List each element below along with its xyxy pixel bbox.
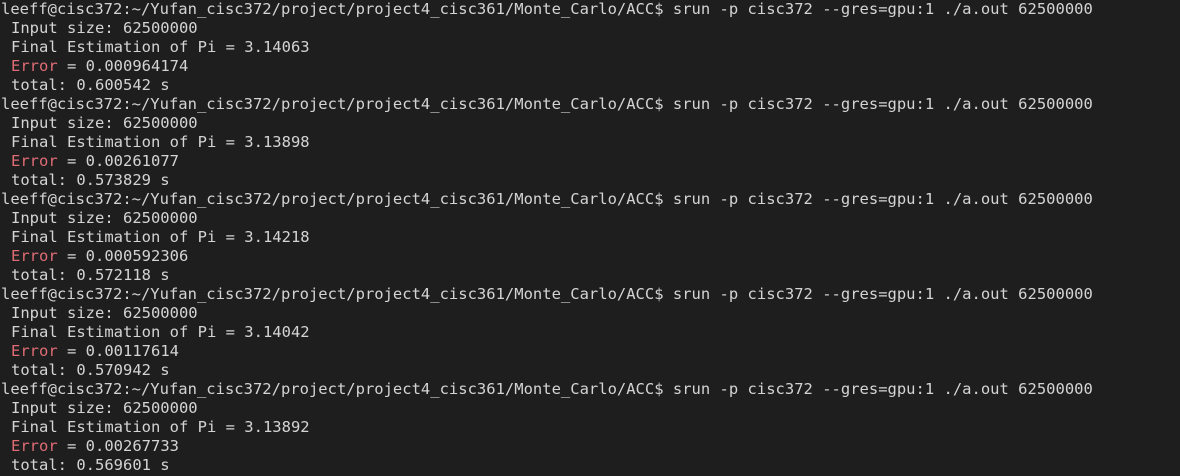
error-value: = 0.00261077 — [57, 152, 179, 170]
error-value: = 0.000592306 — [57, 247, 189, 265]
error-output: Error = 0.00267733 — [1, 437, 1180, 456]
error-output: Error = 0.00261077 — [1, 152, 1180, 171]
total-time-output: total: 0.600542 s — [11, 76, 170, 94]
command-prompt: leeff@cisc372:~/Yufan_cisc372/project/pr… — [1, 190, 1093, 208]
total-time-output: total: 0.573829 s — [11, 171, 170, 189]
error-output: Error = 0.000592306 — [1, 247, 1180, 266]
input-size-output: Input size: 62500000 — [11, 209, 198, 227]
run-block: leeff@cisc372:~/Yufan_cisc372/project/pr… — [1, 95, 1180, 190]
error-value: = 0.00117614 — [57, 342, 179, 360]
pi-estimation-output: Final Estimation of Pi = 3.14063 — [11, 38, 310, 56]
error-value: = 0.000964174 — [57, 57, 189, 75]
pi-estimation-output: Final Estimation of Pi = 3.14218 — [11, 228, 310, 246]
error-output: Error = 0.000964174 — [1, 57, 1180, 76]
run-block: leeff@cisc372:~/Yufan_cisc372/project/pr… — [1, 380, 1180, 475]
command-prompt: leeff@cisc372:~/Yufan_cisc372/project/pr… — [1, 0, 1093, 18]
command-prompt: leeff@cisc372:~/Yufan_cisc372/project/pr… — [1, 285, 1093, 303]
error-output: Error = 0.00117614 — [1, 342, 1180, 361]
pi-estimation-output: Final Estimation of Pi = 3.14042 — [11, 323, 310, 341]
input-size-output: Input size: 62500000 — [11, 304, 198, 322]
input-size-output: Input size: 62500000 — [11, 114, 198, 132]
pi-estimation-output: Final Estimation of Pi = 3.13892 — [11, 418, 310, 436]
error-label: Error — [11, 437, 58, 455]
pi-estimation-output: Final Estimation of Pi = 3.13898 — [11, 133, 310, 151]
error-label: Error — [11, 152, 58, 170]
error-value: = 0.00267733 — [57, 437, 179, 455]
total-time-output: total: 0.570942 s — [11, 361, 170, 379]
run-block: leeff@cisc372:~/Yufan_cisc372/project/pr… — [1, 190, 1180, 285]
total-time-output: total: 0.572118 s — [11, 266, 170, 284]
terminal-window[interactable]: leeff@cisc372:~/Yufan_cisc372/project/pr… — [0, 0, 1180, 476]
error-label: Error — [11, 57, 58, 75]
input-size-output: Input size: 62500000 — [11, 19, 198, 37]
error-label: Error — [11, 247, 58, 265]
run-block: leeff@cisc372:~/Yufan_cisc372/project/pr… — [1, 285, 1180, 380]
error-label: Error — [11, 342, 58, 360]
total-time-output: total: 0.569601 s — [11, 456, 170, 474]
run-block: leeff@cisc372:~/Yufan_cisc372/project/pr… — [1, 0, 1180, 95]
command-prompt: leeff@cisc372:~/Yufan_cisc372/project/pr… — [1, 380, 1093, 398]
input-size-output: Input size: 62500000 — [11, 399, 198, 417]
command-prompt: leeff@cisc372:~/Yufan_cisc372/project/pr… — [1, 95, 1093, 113]
